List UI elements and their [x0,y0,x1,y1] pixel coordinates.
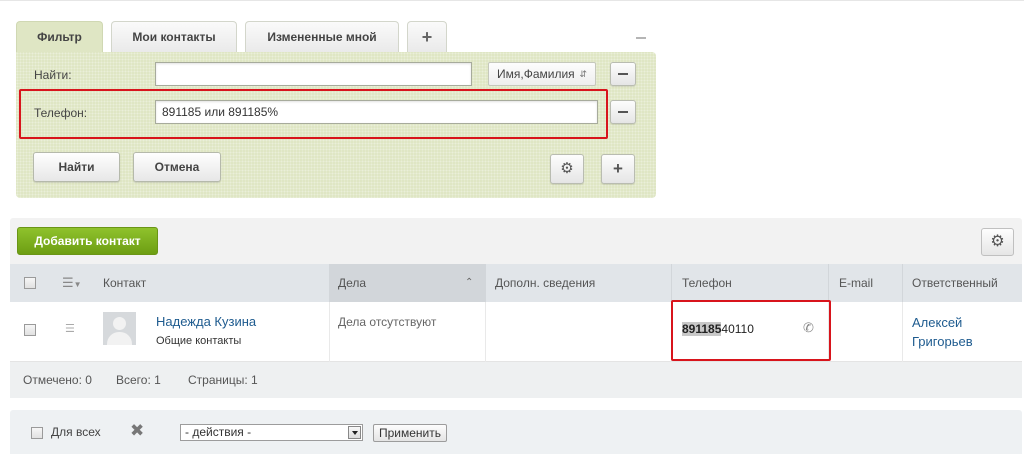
actions-select[interactable]: - действия - [180,424,363,441]
pages-count: Страницы: 1 [188,373,258,387]
add-contact-button[interactable]: Добавить контакт [17,227,158,255]
header-divider [828,264,829,302]
tab-changed-by-me[interactable]: Измененные мной [245,21,399,52]
find-button[interactable]: Найти [33,152,120,182]
gear-icon: ⚙ [560,160,574,177]
header-divider [902,264,903,302]
row-menu-icon[interactable]: ☰ [65,322,75,335]
minus-icon [618,111,628,113]
row-checkbox[interactable] [24,324,36,336]
find-label: Найти: [34,68,72,82]
find-field-select[interactable]: Имя,Фамилия ⇵ [488,62,596,86]
top-divider [0,0,1024,1]
plus-icon: + [613,159,623,178]
contact-name-link[interactable]: Надежда Кузина [156,314,256,329]
responsible-link[interactable]: Алексей Григорьев [912,313,973,351]
contact-type: Общие контакты [156,335,242,347]
phone-filter-highlight [19,89,608,139]
row-divider [485,302,486,362]
actions-select-value: - действия - [185,425,252,439]
checked-count: Отмечено: 0 [23,373,92,387]
find-field-select-value: Имя,Фамилия [497,67,575,81]
gear-icon: ⚙ [990,233,1005,250]
column-responsible[interactable]: Ответственный [912,264,998,302]
row-divider [329,302,330,362]
remove-phone-row-button[interactable] [610,100,636,124]
responsible-first-name: Алексей [912,315,963,330]
menu-icon[interactable]: ☰▼ [62,264,82,302]
header-divider [671,264,672,302]
delete-icon[interactable]: ✖ [130,421,144,441]
group-actions-panel: Для всех ✖ - действия - Применить [10,410,1022,454]
column-email[interactable]: E-mail [839,264,873,302]
dropdown-arrow-icon [348,426,361,439]
column-phone[interactable]: Телефон [682,264,732,302]
table-row[interactable]: ☰ Надежда Кузина Общие контакты Дела отс… [10,302,1022,362]
row-divider [902,302,903,362]
cancel-button[interactable]: Отмена [133,152,221,182]
avatar [103,312,136,345]
collapse-filter-icon[interactable] [636,37,646,39]
grid-header: ☰▼ Контакт Дела ⌃ Дополн. сведения Телеф… [10,264,1022,302]
add-filter-field-button[interactable]: + [601,154,635,184]
column-extra-info[interactable]: Дополн. сведения [495,264,595,302]
grid-footer: Отмечено: 0 Всего: 1 Страницы: 1 [10,362,1022,398]
filter-tabs: Фильтр Мои контакты Измененные мной + [16,21,455,53]
select-all-checkbox[interactable] [24,277,36,289]
page: Фильтр Мои контакты Измененные мной + На… [0,0,1024,454]
add-tab-button[interactable]: + [407,21,447,52]
column-deals-label: Дела [338,276,367,290]
select-arrows-icon: ⇵ [579,69,587,79]
minus-icon [618,73,628,75]
apply-button[interactable]: Применить [373,424,448,442]
find-input[interactable] [155,62,472,86]
total-count: Всего: 1 [116,373,161,387]
header-divider [485,264,486,302]
tab-filter[interactable]: Фильтр [16,21,103,53]
for-all-label: Для всех [51,425,101,439]
for-all-checkbox[interactable] [31,427,43,439]
responsible-last-name: Григорьев [912,334,973,349]
deals-value: Дела отсутствуют [338,315,437,329]
column-contact[interactable]: Контакт [103,264,146,302]
sort-ascending-icon: ⌃ [465,277,474,288]
tab-my-contacts[interactable]: Мои контакты [111,21,237,52]
filter-settings-button[interactable]: ⚙ [550,154,584,184]
column-deals[interactable]: Дела ⌃ [329,264,485,302]
remove-find-row-button[interactable] [610,62,636,86]
phone-cell-highlight [671,300,831,361]
grid-settings-button[interactable]: ⚙ [981,228,1014,256]
